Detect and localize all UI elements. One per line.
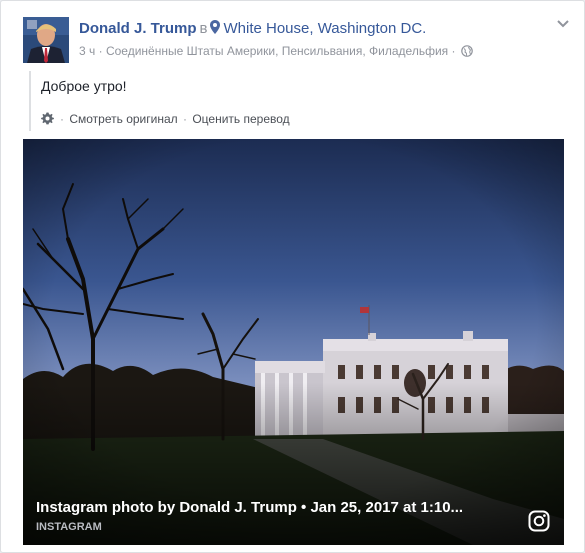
- post-body: Доброе утро! · Смотреть оригинал · Оцени…: [29, 71, 571, 131]
- post-subtitle-line: 3 ч · Соединённые Штаты Америки, Пенсиль…: [79, 43, 550, 59]
- attachment-photo[interactable]: Instagram photo by Donald J. Trump • Jan…: [23, 139, 564, 545]
- white-house-photo: [23, 139, 564, 545]
- gear-icon[interactable]: [41, 112, 54, 125]
- globe-icon[interactable]: [461, 45, 473, 57]
- post-text: Доброе утро!: [41, 78, 127, 94]
- avatar[interactable]: [23, 17, 69, 63]
- see-original-link[interactable]: Смотреть оригинал: [69, 112, 177, 126]
- dot-separator: ·: [98, 44, 103, 58]
- post-place[interactable]: Соединённые Штаты Америки, Пенсильвания,…: [106, 44, 448, 58]
- post-header: Donald J. Trump в White House, Washington …: [23, 17, 570, 63]
- dot-separator: ·: [182, 112, 187, 126]
- rate-translation-link[interactable]: Оценить перевод: [192, 112, 289, 126]
- location-pin-icon: [210, 20, 221, 34]
- location-link[interactable]: White House, Washington DC.: [223, 20, 426, 37]
- attachment-caption[interactable]: Instagram photo by Donald J. Trump • Jan…: [36, 498, 504, 534]
- in-word: в: [199, 20, 208, 37]
- post-card: Donald J. Trump в White House, Washington …: [0, 0, 585, 553]
- post-title-line: Donald J. Trump в White House, Washington …: [79, 19, 550, 39]
- dot-separator: ·: [451, 44, 456, 58]
- translation-row: · Смотреть оригинал · Оценить перевод: [41, 111, 571, 127]
- instagram-icon[interactable]: [528, 510, 550, 532]
- dot-separator: ·: [60, 112, 64, 126]
- attachment-title[interactable]: Instagram photo by Donald J. Trump • Jan…: [36, 498, 504, 517]
- author-name[interactable]: Donald J. Trump: [79, 20, 197, 37]
- attachment-source: INSTAGRAM: [36, 521, 102, 533]
- post-time[interactable]: 3 ч: [79, 44, 95, 58]
- post-meta: Donald J. Trump в White House, Washington …: [79, 19, 550, 59]
- chevron-down-icon[interactable]: [556, 19, 570, 29]
